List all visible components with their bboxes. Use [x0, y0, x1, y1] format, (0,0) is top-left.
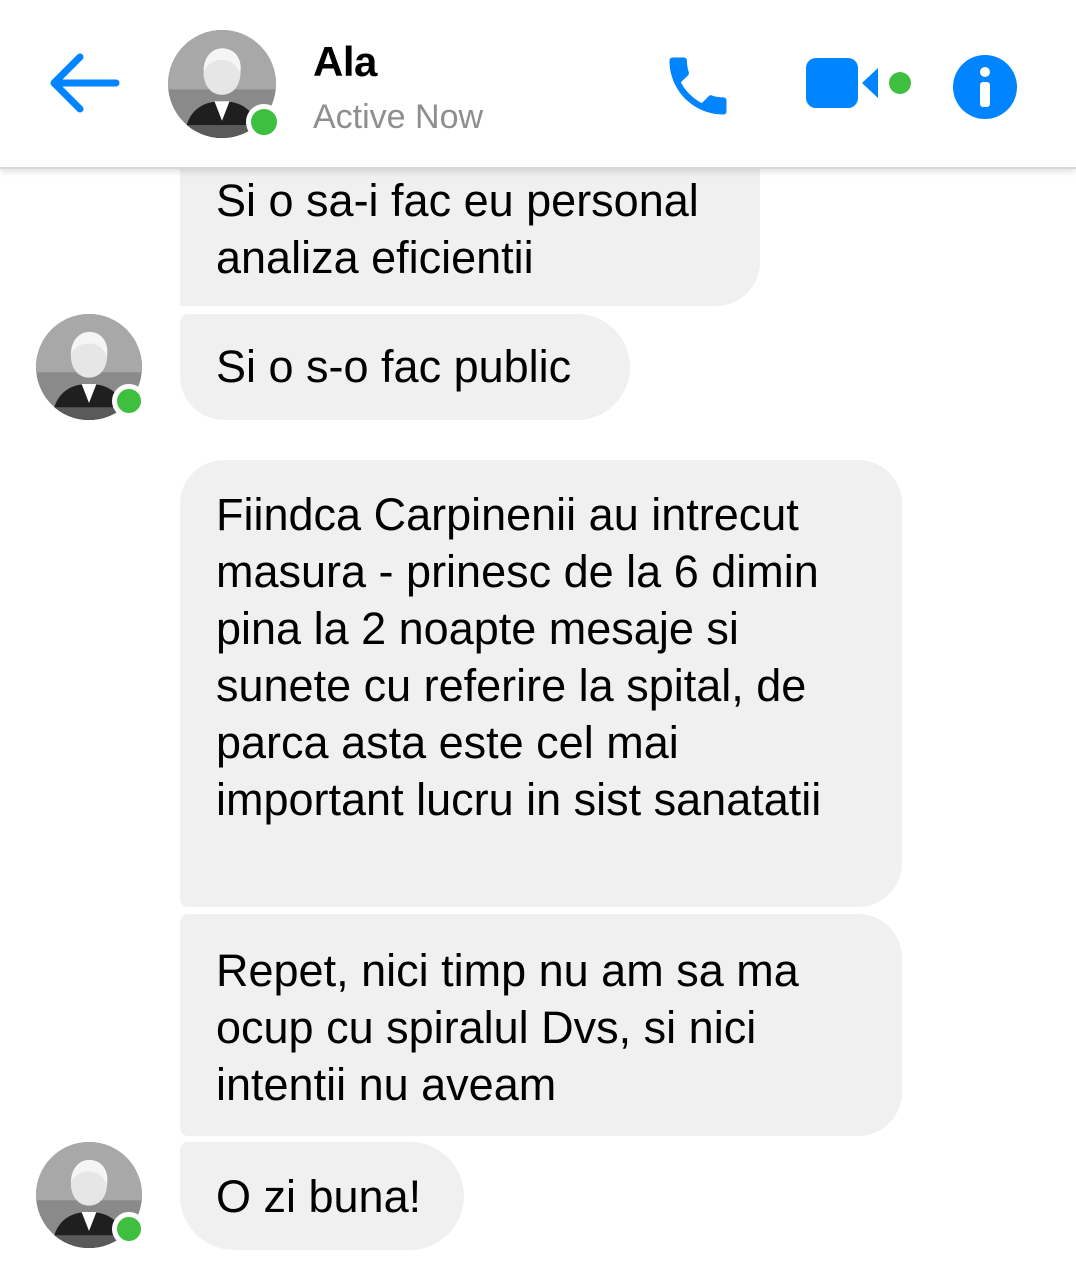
message-text: Repet, nici timp nu am sa ma ocup cu spi… [216, 945, 799, 1110]
online-indicator [246, 104, 282, 140]
back-button[interactable] [40, 48, 126, 118]
contact-avatar[interactable] [36, 1142, 146, 1248]
video-camera-icon [806, 58, 911, 108]
contact-avatar[interactable] [168, 30, 282, 140]
contact-avatar[interactable] [36, 314, 146, 420]
message-text: Fiindca Carpinenii au intrecut masura - … [216, 489, 822, 825]
message-bubble-1[interactable]: Si o sa-i fac eu personal analiza eficie… [180, 150, 760, 306]
message-text: Si o sa-i fac eu personal analiza eficie… [216, 175, 699, 283]
message-bubble-2[interactable]: Si o s-o fac public [180, 314, 630, 420]
online-indicator [112, 1212, 146, 1246]
info-icon [953, 55, 1017, 119]
video-call-button[interactable] [800, 52, 918, 114]
message-bubble-5[interactable]: O zi buna! [180, 1142, 464, 1250]
message-list: Si o sa-i fac eu personal analiza eficie… [0, 0, 1076, 1280]
active-status: Active Now [313, 98, 484, 136]
online-indicator [112, 384, 146, 418]
message-bubble-4[interactable]: Repet, nici timp nu am sa ma ocup cu spi… [180, 914, 902, 1136]
phone-icon [669, 57, 727, 115]
voice-call-button[interactable] [658, 48, 738, 124]
info-button[interactable] [950, 52, 1020, 122]
chat-header: Ala Active Now [0, 0, 1076, 169]
back-arrow-icon [50, 53, 120, 113]
message-text: Si o s-o fac public [216, 341, 572, 392]
message-bubble-3[interactable]: Fiindca Carpinenii au intrecut masura - … [180, 460, 902, 907]
message-text: O zi buna! [216, 1171, 422, 1222]
contact-name[interactable]: Ala [313, 38, 377, 86]
